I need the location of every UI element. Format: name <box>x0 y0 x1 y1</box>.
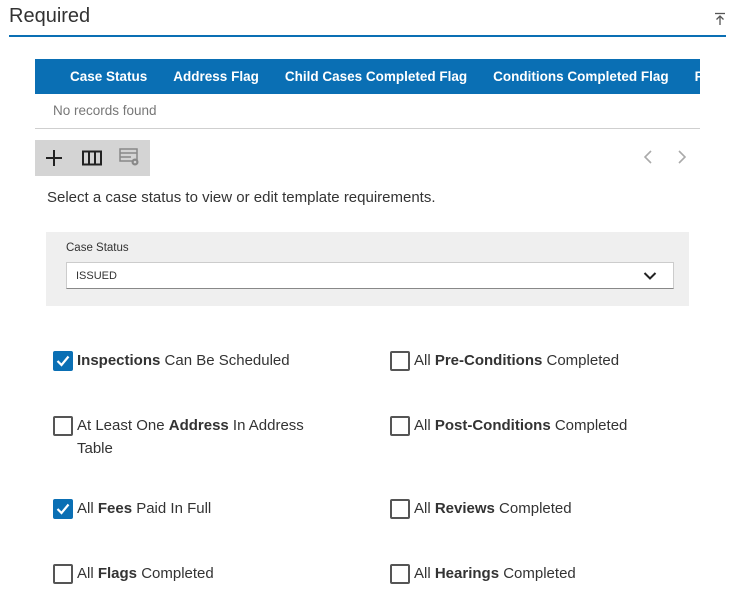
next-page-button[interactable] <box>674 147 690 167</box>
requirement-checkbox[interactable] <box>390 499 410 519</box>
requirement-label: All Hearings Completed <box>414 562 576 585</box>
requirement-label-suffix: Paid In Full <box>132 500 212 517</box>
collapse-up-icon[interactable] <box>714 12 726 26</box>
requirement-label: All Fees Paid In Full <box>77 497 211 520</box>
title-divider <box>9 35 726 37</box>
requirement-label: At Least One Address In Address Table <box>77 414 343 460</box>
requirement-label-keyword: Reviews <box>434 500 495 517</box>
column-header-fees[interactable]: Fees <box>682 69 700 84</box>
requirement-label-keyword: Fees <box>97 500 133 517</box>
requirement-label: All Flags Completed <box>77 562 214 585</box>
requirement-label-prefix: All <box>77 500 98 517</box>
add-button[interactable] <box>35 140 73 176</box>
settings-table-icon <box>119 148 139 166</box>
requirement-label-suffix: Can Be Scheduled <box>160 352 290 369</box>
column-header-address-flag[interactable]: Address Flag <box>160 69 272 84</box>
requirements-grid: Case Status Address Flag Child Cases Com… <box>35 59 700 129</box>
columns-button[interactable] <box>73 140 111 176</box>
plus-icon <box>46 150 62 166</box>
requirement-label-suffix: Completed <box>542 352 620 369</box>
column-header-child-cases-completed-flag[interactable]: Child Cases Completed Flag <box>272 69 480 84</box>
requirement-post-conditions[interactable]: All Post-Conditions Completed <box>390 414 690 437</box>
requirement-label-suffix: Completed <box>550 417 628 434</box>
requirement-flags[interactable]: All Flags Completed <box>53 562 343 585</box>
requirement-checkbox[interactable] <box>53 351 73 371</box>
requirement-label-keyword: Pre-Conditions <box>434 352 543 369</box>
requirement-pre-conditions[interactable]: All Pre-Conditions Completed <box>390 349 690 372</box>
requirement-label-prefix: All <box>414 500 435 517</box>
grid-toolbar <box>35 140 150 176</box>
chevron-left-icon <box>644 150 652 164</box>
requirement-label: Inspections Can Be Scheduled <box>77 349 290 372</box>
page-title: Required <box>9 5 91 27</box>
requirement-label-prefix: All <box>77 565 98 582</box>
requirement-checkbox[interactable] <box>53 499 73 519</box>
requirement-label-suffix: Completed <box>499 565 576 582</box>
column-header-case-status[interactable]: Case Status <box>35 69 160 84</box>
requirement-inspections[interactable]: Inspections Can Be Scheduled <box>53 349 343 372</box>
chevron-down-icon <box>643 272 657 280</box>
requirement-checkbox[interactable] <box>390 416 410 436</box>
requirement-label-prefix: All <box>414 417 435 434</box>
requirement-fees[interactable]: All Fees Paid In Full <box>53 497 343 520</box>
requirement-address[interactable]: At Least One Address In Address Table <box>53 414 343 460</box>
requirement-label-keyword: Hearings <box>434 565 500 582</box>
empty-message: No records found <box>35 94 700 129</box>
chevron-right-icon <box>678 150 686 164</box>
checkmark-icon <box>56 503 70 515</box>
case-status-label: Case Status <box>66 242 129 254</box>
case-status-panel: Case Status ISSUED <box>46 232 689 306</box>
requirement-checkbox[interactable] <box>390 351 410 371</box>
columns-icon <box>82 150 102 166</box>
checkmark-icon <box>56 355 70 367</box>
column-header-conditions-completed-flag[interactable]: Conditions Completed Flag <box>480 69 682 84</box>
requirement-checkbox[interactable] <box>390 564 410 584</box>
table-settings-button[interactable] <box>111 140 149 176</box>
case-status-value: ISSUED <box>76 270 117 282</box>
grid-header: Case Status Address Flag Child Cases Com… <box>35 59 700 94</box>
case-status-select[interactable]: ISSUED <box>66 262 674 289</box>
requirement-label-keyword: Address <box>168 417 229 434</box>
requirement-label-suffix: Completed <box>494 500 572 517</box>
requirement-checkbox[interactable] <box>53 416 73 436</box>
requirement-label-keyword: Flags <box>97 565 138 582</box>
requirement-label-prefix: All <box>414 565 435 582</box>
requirement-label-suffix: Completed <box>137 565 214 582</box>
requirement-label: All Reviews Completed <box>414 497 572 520</box>
previous-page-button[interactable] <box>640 147 656 167</box>
requirement-checkbox[interactable] <box>53 564 73 584</box>
requirement-label-prefix: All <box>414 352 435 369</box>
requirement-label-keyword: Inspections <box>77 352 161 369</box>
requirement-hearings[interactable]: All Hearings Completed <box>390 562 690 585</box>
requirement-label: All Pre-Conditions Completed <box>414 349 619 372</box>
requirement-reviews[interactable]: All Reviews Completed <box>390 497 690 520</box>
requirement-label: All Post-Conditions Completed <box>414 414 627 437</box>
requirement-label-prefix: At Least One <box>77 417 169 434</box>
instructions-text: Select a case status to view or edit tem… <box>47 189 436 206</box>
requirement-label-keyword: Post-Conditions <box>434 417 551 434</box>
